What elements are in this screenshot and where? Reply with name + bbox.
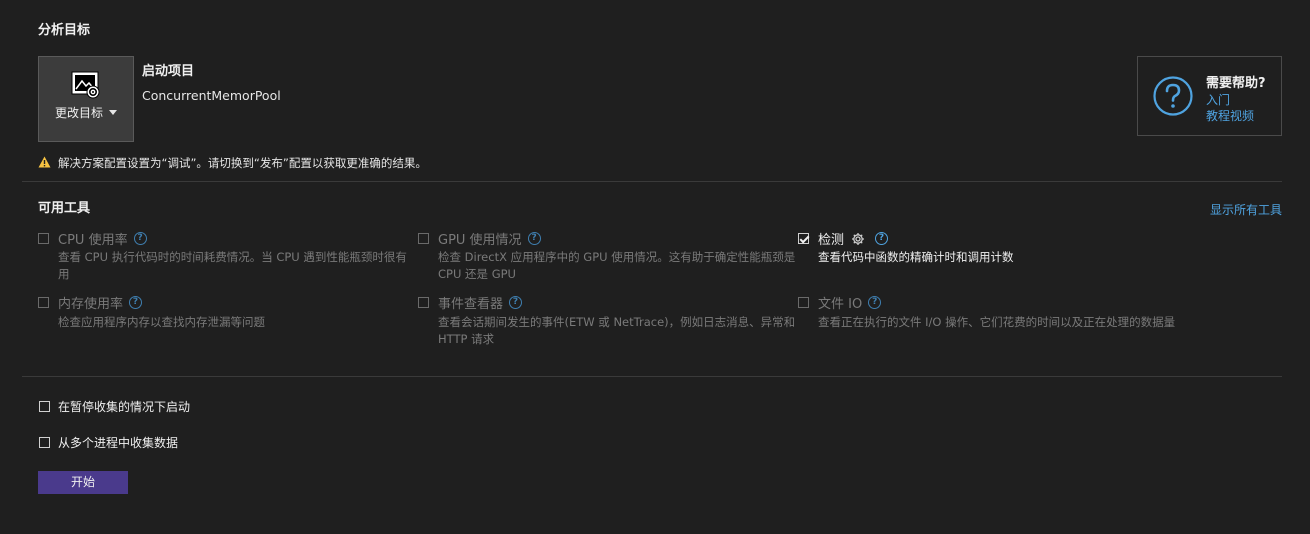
tool-events-viewer: 事件查看器 ? xyxy=(418,293,523,312)
help-icon[interactable]: ? xyxy=(875,232,889,245)
gear-icon[interactable] xyxy=(851,232,865,246)
config-warning-text: 解决方案配置设置为“调试”。请切换到“发布”配置以获取更准确的结果。 xyxy=(58,156,427,170)
tool-cpu-usage-name: CPU 使用率 xyxy=(58,233,128,248)
tool-memory-usage-checkbox[interactable] xyxy=(38,297,49,308)
tool-cpu-usage: CPU 使用率 ? xyxy=(38,229,147,248)
start-paused-checkbox[interactable] xyxy=(39,401,50,412)
help-icon[interactable]: ? xyxy=(133,232,147,245)
help-icon[interactable]: ? xyxy=(868,296,882,309)
tool-memory-usage-name: 内存使用率 xyxy=(58,297,124,312)
start-button[interactable]: 开始 xyxy=(38,471,128,494)
tool-instrumentation-desc: 查看代码中函数的精确计时和调用计数 xyxy=(818,250,1014,264)
change-target-button[interactable]: 更改目标 xyxy=(38,56,134,142)
help-panel: 需要帮助? 入门 教程视频 xyxy=(1137,56,1282,136)
change-target-label: 更改目标 xyxy=(55,104,117,121)
analysis-target-title: 分析目标 xyxy=(38,23,91,38)
warning-icon xyxy=(38,156,51,168)
help-title: 需要帮助? xyxy=(1206,76,1266,91)
tool-instrumentation: 检测 ? xyxy=(798,229,889,248)
help-question-icon xyxy=(1153,76,1193,116)
tool-gpu-usage-desc: 检查 DirectX 应用程序中的 GPU 使用情况。这有助于确定性能瓶颈是 C… xyxy=(438,250,796,281)
tool-file-io-name: 文件 IO xyxy=(818,297,863,312)
help-link-getting-started[interactable]: 入门 xyxy=(1206,91,1230,108)
tool-file-io: 文件 IO ? xyxy=(798,293,882,312)
tool-gpu-usage-name: GPU 使用情况 xyxy=(438,233,522,248)
tool-cpu-usage-desc: 查看 CPU 执行代码时的时间耗费情况。当 CPU 遇到性能瓶颈时很有用 xyxy=(58,250,407,281)
tool-gpu-usage: GPU 使用情况 ? xyxy=(418,229,541,248)
target-app-icon xyxy=(71,71,100,99)
start-paused-label: 在暂停收集的情况下启动 xyxy=(58,400,191,414)
available-tools-title: 可用工具 xyxy=(38,201,91,216)
option-start-paused: 在暂停收集的情况下启动 xyxy=(39,398,190,415)
multi-process-label: 从多个进程中收集数据 xyxy=(58,436,179,450)
tool-memory-usage-desc: 检查应用程序内存以查找内存泄漏等问题 xyxy=(58,315,265,329)
help-icon[interactable]: ? xyxy=(129,296,143,309)
project-name: ConcurrentMemorPool xyxy=(142,88,281,103)
show-all-tools-link[interactable]: 显示所有工具 xyxy=(1210,201,1282,218)
help-link-tutorial-videos[interactable]: 教程视频 xyxy=(1206,107,1254,124)
tool-events-viewer-name: 事件查看器 xyxy=(438,297,504,312)
tool-file-io-desc: 查看正在执行的文件 I/O 操作、它们花费的时间以及正在处理的数据量 xyxy=(818,315,1176,329)
startup-project-label: 启动项目 xyxy=(142,64,195,79)
option-multi-process: 从多个进程中收集数据 xyxy=(39,434,178,451)
tool-events-viewer-checkbox[interactable] xyxy=(418,297,429,308)
multi-process-checkbox[interactable] xyxy=(39,437,50,448)
caret-down-icon xyxy=(109,110,117,115)
divider-top xyxy=(22,181,1282,182)
tool-cpu-usage-checkbox[interactable] xyxy=(38,233,49,244)
tool-file-io-checkbox[interactable] xyxy=(798,297,809,308)
tool-instrumentation-name: 检测 xyxy=(818,233,845,248)
divider-bottom xyxy=(22,376,1282,377)
tool-memory-usage: 内存使用率 ? xyxy=(38,293,143,312)
help-icon[interactable]: ? xyxy=(527,232,541,245)
tool-events-viewer-desc: 查看会话期间发生的事件(ETW 或 NetTrace)，例如日志消息、异常和 H… xyxy=(438,315,796,346)
help-icon[interactable]: ? xyxy=(509,296,523,309)
tool-instrumentation-checkbox[interactable] xyxy=(798,233,809,244)
tool-gpu-usage-checkbox[interactable] xyxy=(418,233,429,244)
